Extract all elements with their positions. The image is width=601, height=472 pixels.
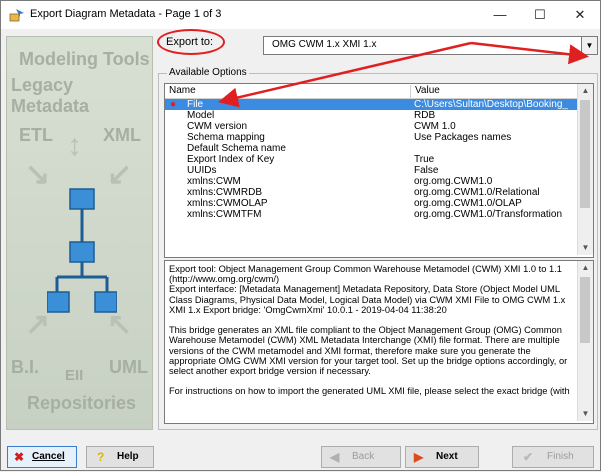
option-value[interactable]: False <box>414 165 438 176</box>
option-value[interactable]: C:\Users\Sultan\Desktop\Booking_ <box>414 99 568 110</box>
arrow-left-icon: ◀ <box>330 450 340 464</box>
table-row[interactable]: UUIDs False <box>165 165 578 176</box>
option-name: Default Schema name <box>187 143 286 154</box>
option-value[interactable]: RDB <box>414 110 435 121</box>
chevron-down-icon[interactable]: ▼ <box>581 37 597 54</box>
option-value[interactable]: org.omg.CWM1.0/Transformation <box>414 209 562 220</box>
next-button[interactable]: ▶ Next <box>405 446 479 468</box>
cancel-label: Cancel <box>32 451 65 462</box>
cancel-x-icon: ✖ <box>14 450 25 464</box>
available-options-title: Available Options <box>167 67 249 78</box>
description-text: Export tool: Object Management Group Com… <box>169 264 570 397</box>
export-to-value: OMG CWM 1.x XMI 1.x <box>272 39 377 50</box>
banner-text-legacy-metadata: Legacy Metadata <box>11 75 90 116</box>
option-value[interactable]: Use Packages names <box>414 132 511 143</box>
option-name: Schema mapping <box>187 132 265 143</box>
grid-header: Name Value <box>165 84 578 99</box>
option-name: UUIDs <box>187 165 217 176</box>
export-dialog: Export Diagram Metadata - Page 1 of 3 — … <box>0 0 601 471</box>
close-button[interactable]: ✕ <box>560 1 600 29</box>
option-name: xmlns:CWMOLAP <box>187 198 268 209</box>
table-row[interactable]: Default Schema name <box>165 143 578 154</box>
window-title: Export Diagram Metadata - Page 1 of 3 <box>30 8 222 20</box>
options-grid[interactable]: Name Value ● File C:\Users\Sultan\Deskto… <box>164 83 594 258</box>
back-button[interactable]: ◀ Back <box>321 446 401 468</box>
banner-text-repositories: Repositories <box>27 393 137 413</box>
cancel-button[interactable]: ✖ Cancel <box>7 446 77 468</box>
option-value[interactable]: org.omg.CWM1.0/Relational <box>414 187 540 198</box>
export-to-label: Export to: <box>166 36 214 48</box>
option-value[interactable]: True <box>414 154 434 165</box>
help-label: Help <box>117 451 139 462</box>
help-button[interactable]: ? Help <box>86 446 154 468</box>
option-name: xmlns:CWM <box>187 176 241 187</box>
finish-icon: ✔ <box>523 450 534 464</box>
export-to-select[interactable]: OMG CWM 1.x XMI 1.x ▼ <box>263 36 598 55</box>
finish-button[interactable]: ✔ Finish <box>512 446 594 468</box>
scroll-up-icon[interactable]: ▲ <box>578 84 593 98</box>
title-bar: Export Diagram Metadata - Page 1 of 3 — … <box>1 1 600 29</box>
selected-row-marker-icon: ● <box>170 99 177 110</box>
option-value[interactable]: org.omg.CWM1.0/OLAP <box>414 198 522 209</box>
grid-scrollbar[interactable]: ▲ ▼ <box>577 84 593 255</box>
table-row[interactable]: ● File C:\Users\Sultan\Desktop\Booking_ <box>165 99 578 110</box>
back-label: Back <box>352 451 375 462</box>
banner-text-xml: XML <box>103 125 141 145</box>
option-name: xmlns:CWMTFM <box>187 209 262 220</box>
table-row[interactable]: xmlns:CWMTFM org.omg.CWM1.0/Transformati… <box>165 209 578 220</box>
arrow-right-icon: ▶ <box>414 450 424 464</box>
table-row[interactable]: Export Index of Key True <box>165 154 578 165</box>
option-value[interactable]: CWM 1.0 <box>414 121 456 132</box>
scroll-thumb[interactable] <box>580 277 590 343</box>
arrow-up-down-icon: ↕ <box>67 129 82 162</box>
scroll-down-icon[interactable]: ▼ <box>578 407 593 421</box>
column-header-name[interactable]: Name <box>169 85 196 96</box>
minimize-button[interactable]: — <box>480 1 520 29</box>
app-icon <box>9 9 24 22</box>
description-scrollbar[interactable]: ▲ ▼ <box>577 261 593 421</box>
description-box[interactable]: Export tool: Object Management Group Com… <box>164 260 594 424</box>
banner-text-etl: ETL <box>19 125 53 145</box>
option-value[interactable]: org.omg.CWM1.0 <box>414 176 492 187</box>
table-row[interactable]: xmlns:CWMRDB org.omg.CWM1.0/Relational <box>165 187 578 198</box>
banner-text-bi: B.I. <box>11 357 40 377</box>
hierarchy-icon <box>47 188 117 313</box>
banner-text-uml: UML <box>109 357 148 377</box>
banner-text-modeling-tools: Modeling Tools <box>19 49 150 69</box>
grid-rows: ● File C:\Users\Sultan\Desktop\Booking_ … <box>165 99 578 220</box>
option-name: Export Index of Key <box>187 154 275 165</box>
maximize-button[interactable]: ☐ <box>520 1 560 29</box>
table-row[interactable]: Schema mapping Use Packages names <box>165 132 578 143</box>
option-name: CWM version <box>187 121 248 132</box>
option-name: File <box>187 99 204 110</box>
option-name: xmlns:CWMRDB <box>187 187 262 198</box>
column-header-value[interactable]: Value <box>410 85 440 98</box>
finish-label: Finish <box>547 451 574 462</box>
banner-image: Modeling Tools Legacy Metadata ETL XML ↕… <box>6 36 153 430</box>
table-row[interactable]: Model RDB <box>165 110 578 121</box>
scroll-up-icon[interactable]: ▲ <box>578 261 593 275</box>
banner-text-eii: EII <box>65 367 84 384</box>
table-row[interactable]: xmlns:CWM org.omg.CWM1.0 <box>165 176 578 187</box>
option-name: Model <box>187 110 215 121</box>
question-mark-icon: ? <box>97 450 105 464</box>
scroll-down-icon[interactable]: ▼ <box>578 241 593 255</box>
next-label: Next <box>436 451 458 462</box>
table-row[interactable]: CWM version CWM 1.0 <box>165 121 578 132</box>
table-row[interactable]: xmlns:CWMOLAP org.omg.CWM1.0/OLAP <box>165 198 578 209</box>
scroll-thumb[interactable] <box>580 100 590 208</box>
